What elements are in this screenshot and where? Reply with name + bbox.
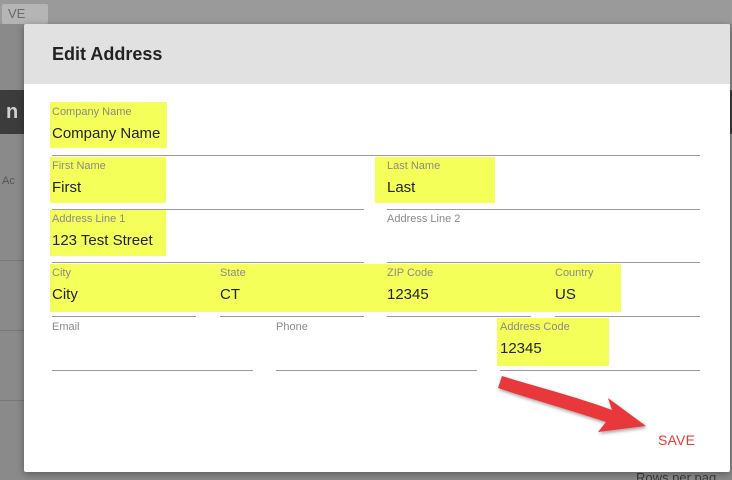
zip-code-label: ZIP Code: [387, 267, 434, 279]
address-line-2-field[interactable]: Address Line 2: [387, 213, 700, 263]
zip-code-field[interactable]: ZIP Code 12345: [387, 267, 531, 317]
background-divider: [0, 330, 24, 331]
save-button[interactable]: SAVE: [658, 432, 695, 448]
state-value: CT: [220, 286, 240, 303]
background-chip: VE: [2, 4, 48, 24]
first-name-label: First Name: [52, 160, 106, 172]
address-code-value: 12345: [500, 340, 542, 357]
address-line-1-value: 123 Test Street: [52, 232, 153, 249]
address-code-field[interactable]: Address Code 12345: [500, 321, 700, 371]
edit-address-dialog: Edit Address Company Name Company Name F…: [24, 24, 730, 472]
phone-field[interactable]: Phone: [276, 321, 477, 371]
address-line-2-label: Address Line 2: [387, 213, 461, 225]
zip-code-value: 12345: [387, 286, 429, 303]
company-name-label: Company Name: [52, 106, 132, 118]
city-label: City: [52, 267, 71, 279]
background-toolbar: [0, 0, 732, 24]
phone-label: Phone: [276, 321, 308, 333]
last-name-field[interactable]: Last Name Last: [387, 160, 700, 210]
country-field[interactable]: Country US: [555, 267, 700, 317]
state-field[interactable]: State CT: [220, 267, 364, 317]
background-text-fragment: Ac: [2, 175, 15, 187]
dialog-header: Edit Address: [24, 24, 730, 84]
last-name-label: Last Name: [387, 160, 441, 172]
annotation-arrow-icon: [498, 376, 646, 432]
company-name-field[interactable]: Company Name Company Name: [52, 106, 700, 156]
background-divider: [0, 400, 24, 401]
city-field[interactable]: City City: [52, 267, 196, 317]
address-line-1-field[interactable]: Address Line 1 123 Test Street: [52, 213, 364, 263]
first-name-field[interactable]: First Name First: [52, 160, 364, 210]
company-name-value: Company Name: [52, 125, 161, 142]
country-label: Country: [555, 267, 594, 279]
country-value: US: [555, 286, 576, 303]
email-label: Email: [52, 321, 80, 333]
address-line-1-label: Address Line 1: [52, 213, 126, 225]
last-name-value: Last: [387, 179, 416, 196]
background-divider: [0, 260, 24, 261]
address-code-label: Address Code: [500, 321, 570, 333]
dialog-title: Edit Address: [52, 44, 163, 64]
email-field[interactable]: Email: [52, 321, 253, 371]
background-header-fragment: n: [0, 90, 24, 134]
first-name-value: First: [52, 179, 82, 196]
city-value: City: [52, 286, 78, 303]
state-label: State: [220, 267, 246, 279]
